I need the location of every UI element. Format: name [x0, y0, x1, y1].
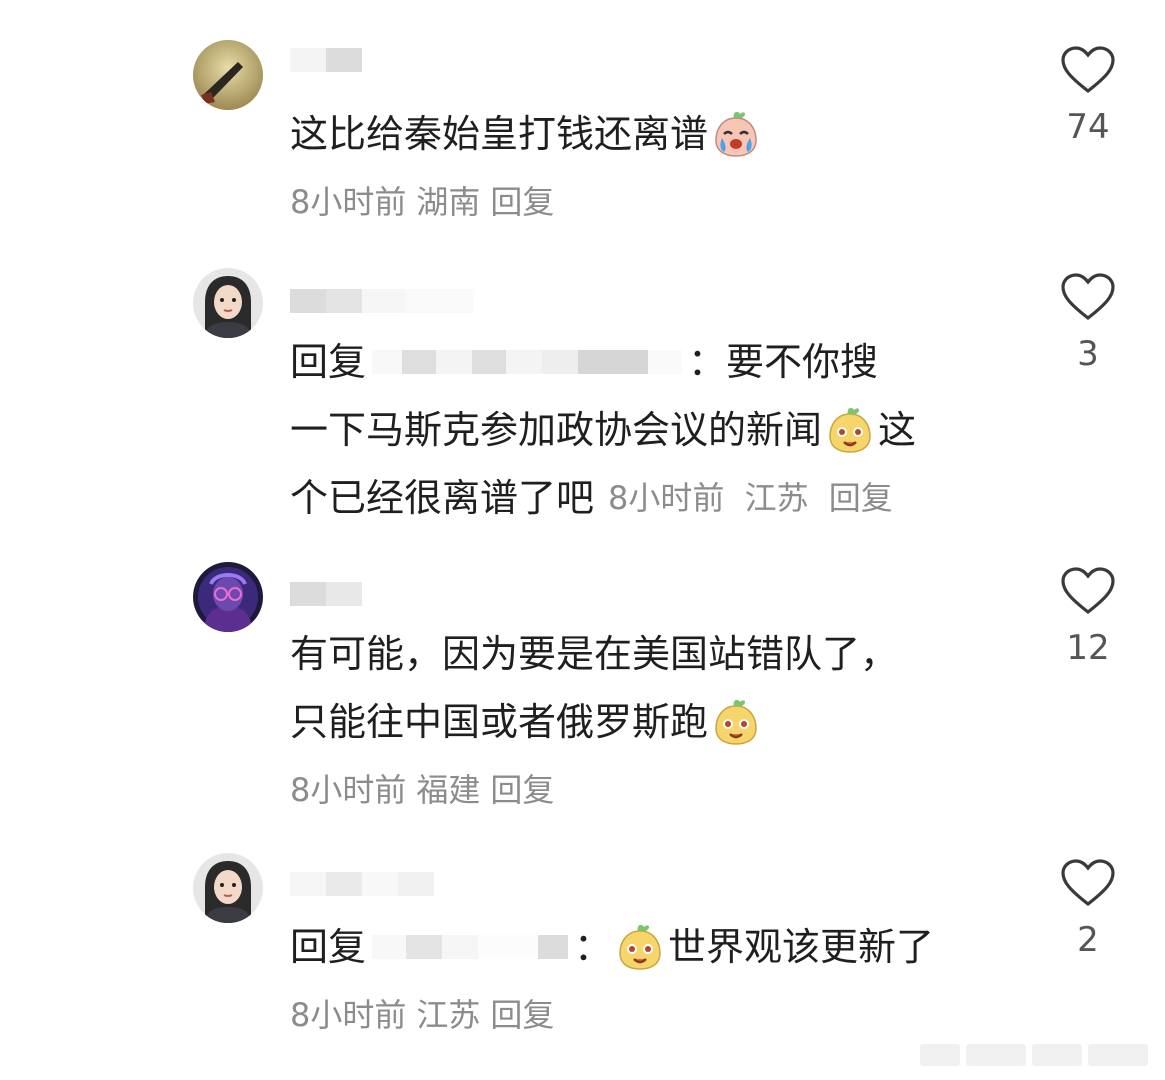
- comment-location: 江苏: [744, 479, 809, 517]
- heart-outline-icon: [1061, 46, 1115, 94]
- comment-text-line-1: 有可能，因为要是在美国站错队了，: [290, 632, 899, 676]
- avatar[interactable]: [193, 562, 263, 632]
- reply-button[interactable]: 回复: [490, 756, 554, 824]
- avatar-image-4: [193, 853, 263, 923]
- avatar[interactable]: [193, 853, 263, 923]
- reply-prefix: 回复: [290, 340, 367, 384]
- comment-location: 福建: [416, 771, 481, 809]
- username-obscured[interactable]: [290, 44, 362, 76]
- smiling-face-emoji-icon: [614, 921, 666, 973]
- reply-prefix: 回复: [290, 925, 367, 969]
- heart-outline-icon: [1061, 567, 1115, 615]
- comment-text-line-2: 一下马斯克参加政协会议的新闻: [290, 408, 823, 452]
- like-count: 3: [1077, 334, 1099, 374]
- username-obscured[interactable]: [290, 868, 434, 900]
- comment-location: 湖南: [416, 183, 481, 221]
- comment-meta: 8小时前 江苏 回复: [290, 981, 990, 1049]
- comment-body: 回复 ： 要不你搜 一下马斯克参加政协会议的新闻 这 个已经很离谱了吧 8小时前…: [290, 328, 990, 532]
- avatar-image-1: [193, 40, 263, 110]
- mention-obscured[interactable]: [372, 935, 569, 959]
- avatar[interactable]: [193, 268, 263, 338]
- comment-body: 回复 ： 世界观该更新了 8小时前 江苏 回复: [290, 913, 990, 1049]
- like-button[interactable]: 74: [1050, 45, 1126, 147]
- watermark-obscured: [920, 1042, 1150, 1068]
- comment-body: 有可能，因为要是在美国站错队了， 只能往中国或者俄罗斯跑 8小时前 福建 回复: [290, 620, 990, 824]
- avatar-image-2: [193, 268, 263, 338]
- colon: ：: [574, 925, 613, 969]
- heart-outline-icon: [1061, 273, 1115, 321]
- comment-time: 8小时前: [608, 479, 725, 517]
- comment-meta: 8小时前 湖南 回复: [290, 168, 990, 236]
- like-button[interactable]: 12: [1050, 566, 1126, 668]
- like-count: 2: [1077, 920, 1099, 960]
- smiling-face-emoji-icon: [710, 696, 762, 748]
- smiling-face-emoji-icon: [824, 404, 876, 456]
- like-count: 74: [1066, 107, 1110, 147]
- comment-text-line-2: 只能往中国或者俄罗斯跑: [290, 700, 709, 744]
- comment-text: 世界观该更新了: [668, 925, 935, 969]
- avatar-image-3: [193, 562, 263, 632]
- username-obscured[interactable]: [290, 285, 474, 317]
- reply-button[interactable]: 回复: [490, 168, 554, 236]
- like-button[interactable]: 3: [1050, 272, 1126, 374]
- comment-text-line-2-tail: 这: [878, 408, 917, 452]
- like-button[interactable]: 2: [1050, 858, 1126, 960]
- like-count: 12: [1066, 628, 1110, 668]
- comment-text: 这比给秦始皇打钱还离谱: [290, 112, 709, 156]
- comment-text-line-1: 要不你搜: [726, 340, 879, 384]
- comment-body: 这比给秦始皇打钱还离谱 8小时前 湖南 回复: [290, 100, 990, 236]
- comment-time: 8小时前: [290, 183, 407, 221]
- crying-face-emoji-icon: [710, 108, 762, 160]
- heart-outline-icon: [1061, 859, 1115, 907]
- reply-button[interactable]: 回复: [490, 981, 554, 1049]
- comment-time: 8小时前: [290, 771, 407, 809]
- comment-meta: 8小时前 福建 回复: [290, 756, 990, 824]
- comment-location: 江苏: [416, 996, 481, 1034]
- avatar[interactable]: [193, 40, 263, 110]
- comment-time: 8小时前: [290, 996, 407, 1034]
- mention-obscured[interactable]: [372, 350, 683, 374]
- colon: ：: [688, 340, 727, 384]
- username-obscured[interactable]: [290, 578, 362, 610]
- comment-meta: 8小时前 江苏 回复: [608, 464, 903, 532]
- reply-button[interactable]: 回复: [829, 479, 893, 517]
- comment-text-line-3: 个已经很离谱了吧: [290, 476, 595, 520]
